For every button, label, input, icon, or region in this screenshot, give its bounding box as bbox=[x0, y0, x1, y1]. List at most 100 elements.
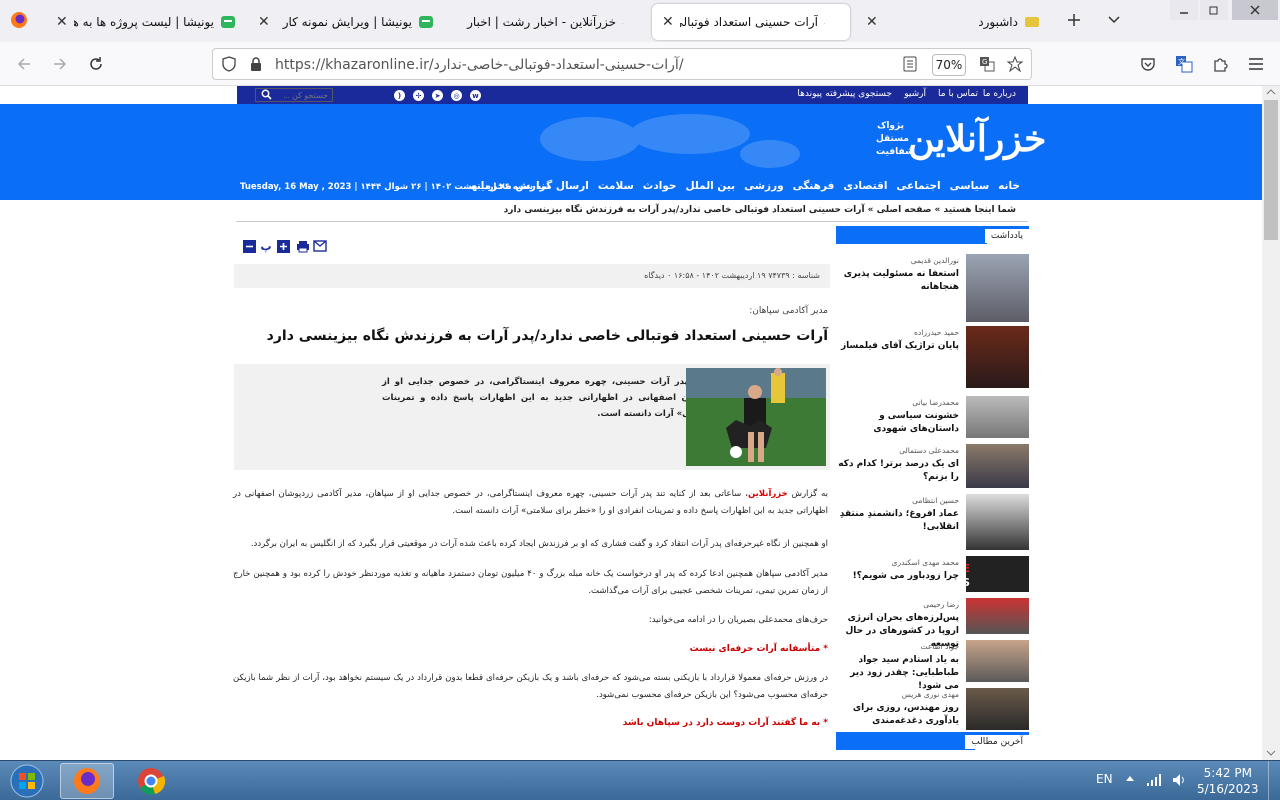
restore-icon[interactable] bbox=[1200, 0, 1228, 20]
search-icon[interactable] bbox=[261, 89, 272, 100]
list-item[interactable]: محمدعلی دستمالی ای یک درصد برتر! کدام دک… bbox=[836, 442, 1029, 492]
tab-strip: یونیشا | لیست پروژه ها به همراه ✕ یونیشا… bbox=[0, 0, 1280, 42]
rss-icon[interactable]: ) bbox=[394, 90, 405, 101]
top-link-advanced-search[interactable]: جستجوی پیشرفته bbox=[825, 89, 892, 99]
list-item[interactable]: حمید حیدرزاده پایان تراژیک آقای فیلمساز bbox=[836, 324, 1029, 394]
article-thumb bbox=[966, 598, 1029, 634]
author-photo bbox=[966, 326, 1029, 388]
tab-unisha-projects[interactable]: یونیشا | لیست پروژه ها به همراه ✕ bbox=[46, 4, 246, 40]
print-icon[interactable] bbox=[296, 239, 310, 253]
close-icon[interactable]: ✕ bbox=[258, 14, 270, 30]
whatsapp-icon[interactable]: w bbox=[470, 90, 481, 101]
author-photo bbox=[966, 640, 1029, 682]
new-tab-icon[interactable] bbox=[1060, 10, 1088, 30]
list-item[interactable]: حسین انتظامی عماد افروغ؛ دانشمندِ منتقدِ… bbox=[836, 492, 1029, 554]
email-icon[interactable] bbox=[313, 239, 327, 253]
font-increase-icon[interactable] bbox=[276, 239, 290, 253]
date-bar: سه شنبه ۲۶ اردیبهشت ۱۴۰۲ | ۲۶ شوال ۱۴۴۴ … bbox=[240, 182, 550, 192]
taskbar: EN 5:42 PM 5/16/2023 bbox=[0, 760, 1280, 801]
nav-politics[interactable]: سیاسی bbox=[950, 180, 990, 192]
tab-dashboard[interactable]: داشبورد ✕ bbox=[856, 4, 1050, 40]
close-icon[interactable]: ✕ bbox=[662, 14, 674, 30]
telegram-icon[interactable]: ➤ bbox=[432, 90, 443, 101]
article-thumb: FAKENEWS bbox=[966, 556, 1029, 592]
tab-arat-article[interactable]: خزر آرات حسینی استعداد فوتبالی خ ✕ bbox=[652, 4, 850, 40]
article-lead-box: خزر: ساعاتی بعد از کنایه تند پدر آرات حس… bbox=[234, 364, 830, 470]
scroll-down-icon[interactable] bbox=[1266, 750, 1276, 756]
tab-list-chevron-down-icon[interactable] bbox=[1100, 10, 1128, 30]
nav-health[interactable]: سلامت bbox=[598, 180, 634, 192]
reload-icon[interactable] bbox=[82, 50, 110, 78]
reader-view-icon[interactable] bbox=[903, 56, 917, 72]
top-link-archive[interactable]: آرشیو bbox=[904, 89, 926, 99]
aparat-icon[interactable]: ✢ bbox=[413, 90, 424, 101]
lock-icon[interactable] bbox=[249, 56, 263, 72]
top-link-links[interactable]: پیوندها bbox=[797, 89, 822, 99]
scroll-up-icon[interactable] bbox=[1266, 89, 1276, 95]
site-logo[interactable]: خزرآنلاین bbox=[908, 118, 1046, 160]
firefox-menu-icon[interactable] bbox=[4, 10, 34, 30]
address-bar[interactable]: https://khazaronline.ir/آرات-حسینی-استعد… bbox=[212, 48, 1032, 80]
scrollbar-thumb[interactable] bbox=[1264, 100, 1278, 240]
window-close-icon[interactable] bbox=[1232, 0, 1278, 20]
breadcrumb: شما اینجا هستید » صفحه اصلی » آرات حسینی… bbox=[236, 200, 1028, 222]
network-icon[interactable] bbox=[1146, 773, 1162, 787]
shield-icon[interactable] bbox=[221, 56, 237, 72]
nav-culture[interactable]: فرهنگی bbox=[793, 180, 835, 192]
khazar-icon: خزر bbox=[622, 14, 638, 30]
instagram-icon[interactable]: ◎ bbox=[451, 90, 462, 101]
nav-sports[interactable]: ورزشی bbox=[744, 180, 784, 192]
list-item[interactable]: FAKENEWS محمد مهدی اسکندری چرا زودباور م… bbox=[836, 554, 1029, 596]
tray-chevron-up-icon[interactable] bbox=[1126, 775, 1134, 783]
article-paragraph: در ورزش حرفه‌ای معمولا قرارداد با بازیکن… bbox=[233, 673, 828, 700]
top-link-about[interactable]: درباره ما bbox=[983, 89, 1016, 99]
translate-icon[interactable]: G bbox=[979, 56, 995, 72]
article-image bbox=[686, 368, 826, 466]
tab-khazar-news[interactable]: خزر خزرآنلاین - اخبار رشت | اخبار bbox=[452, 4, 648, 40]
language-indicator[interactable]: EN bbox=[1096, 772, 1113, 786]
site-header: خزرآنلاین پژواک مستقل شفافیت خانه سیاسی … bbox=[0, 104, 1262, 200]
source-link[interactable]: خزرآنلاین bbox=[748, 489, 788, 499]
nav-economy[interactable]: اقتصادی bbox=[843, 180, 887, 192]
font-decrease-icon[interactable] bbox=[242, 239, 256, 253]
close-icon[interactable]: ✕ bbox=[56, 14, 68, 30]
article-headline: آرات حسینی استعداد فوتبالی خاصی ندارد/پد… bbox=[266, 328, 828, 344]
start-button[interactable] bbox=[2, 763, 52, 799]
nav-social[interactable]: اجتماعی bbox=[896, 180, 940, 192]
article-paragraph: مدیر آکادمی سپاهان همچنین ادعا کرده که پ… bbox=[233, 569, 828, 596]
back-arrow-icon[interactable] bbox=[10, 50, 38, 78]
show-desktop-button[interactable] bbox=[1268, 761, 1280, 801]
taskbar-firefox-icon[interactable] bbox=[60, 763, 114, 799]
pocket-icon[interactable] bbox=[1134, 50, 1162, 78]
sidebar-header-notes: یادداشت bbox=[836, 226, 1029, 244]
zoom-level[interactable]: 70% bbox=[932, 54, 966, 76]
article-subheading: * متأسفانه آرات حرفه‌ای نیست bbox=[689, 644, 828, 654]
list-item[interactable]: محمدرضا بیاتی خشونت سیاسی و داستان‌های ش… bbox=[836, 394, 1029, 442]
forward-arrow-icon[interactable] bbox=[46, 50, 74, 78]
unisha-icon bbox=[220, 14, 236, 30]
top-link-contact[interactable]: تماس با ما bbox=[938, 89, 978, 99]
list-item[interactable]: مهدی نوری هریس روز مهندس، روزی برای یادآ… bbox=[836, 686, 1029, 732]
nav-home[interactable]: خانه bbox=[998, 180, 1020, 192]
hamburger-menu-icon[interactable] bbox=[1242, 50, 1270, 78]
svg-text:文: 文 bbox=[1178, 57, 1185, 66]
close-icon[interactable]: ✕ bbox=[866, 14, 878, 30]
tab-unisha-edit[interactable]: یونیشا | ویرایش نمونه کار ✕ bbox=[248, 4, 444, 40]
unisha-icon bbox=[418, 14, 434, 30]
nav-international[interactable]: بین الملل bbox=[686, 180, 736, 192]
nav-incidents[interactable]: حوادث bbox=[643, 180, 677, 192]
list-item[interactable]: جواد اطاعت به یاد استادم سید جواد طباطبا… bbox=[836, 638, 1029, 691]
system-clock[interactable]: 5:42 PM 5/16/2023 bbox=[1197, 765, 1259, 797]
extensions-puzzle-icon[interactable] bbox=[1206, 50, 1234, 78]
list-item[interactable]: نورالدین قدیمی استعفا نه مسئولیت پذیری ه… bbox=[836, 252, 1029, 324]
star-icon[interactable] bbox=[1007, 56, 1023, 72]
taskbar-chrome-icon[interactable] bbox=[124, 763, 178, 799]
font-label: پ bbox=[260, 239, 272, 253]
list-item[interactable]: رضا رحیمی پس‌لرزه‌های بحران انرژی اروپا … bbox=[836, 596, 1029, 649]
article-paragraph: به گزارش خزرآنلاین، ساعاتی بعد از کنایه … bbox=[233, 489, 828, 516]
minimize-icon[interactable] bbox=[1170, 0, 1198, 20]
translator-extension-icon[interactable]: 文 bbox=[1170, 50, 1198, 78]
page-scrollbar[interactable] bbox=[1262, 86, 1280, 760]
volume-icon[interactable] bbox=[1172, 773, 1188, 787]
author-photo bbox=[966, 444, 1029, 488]
